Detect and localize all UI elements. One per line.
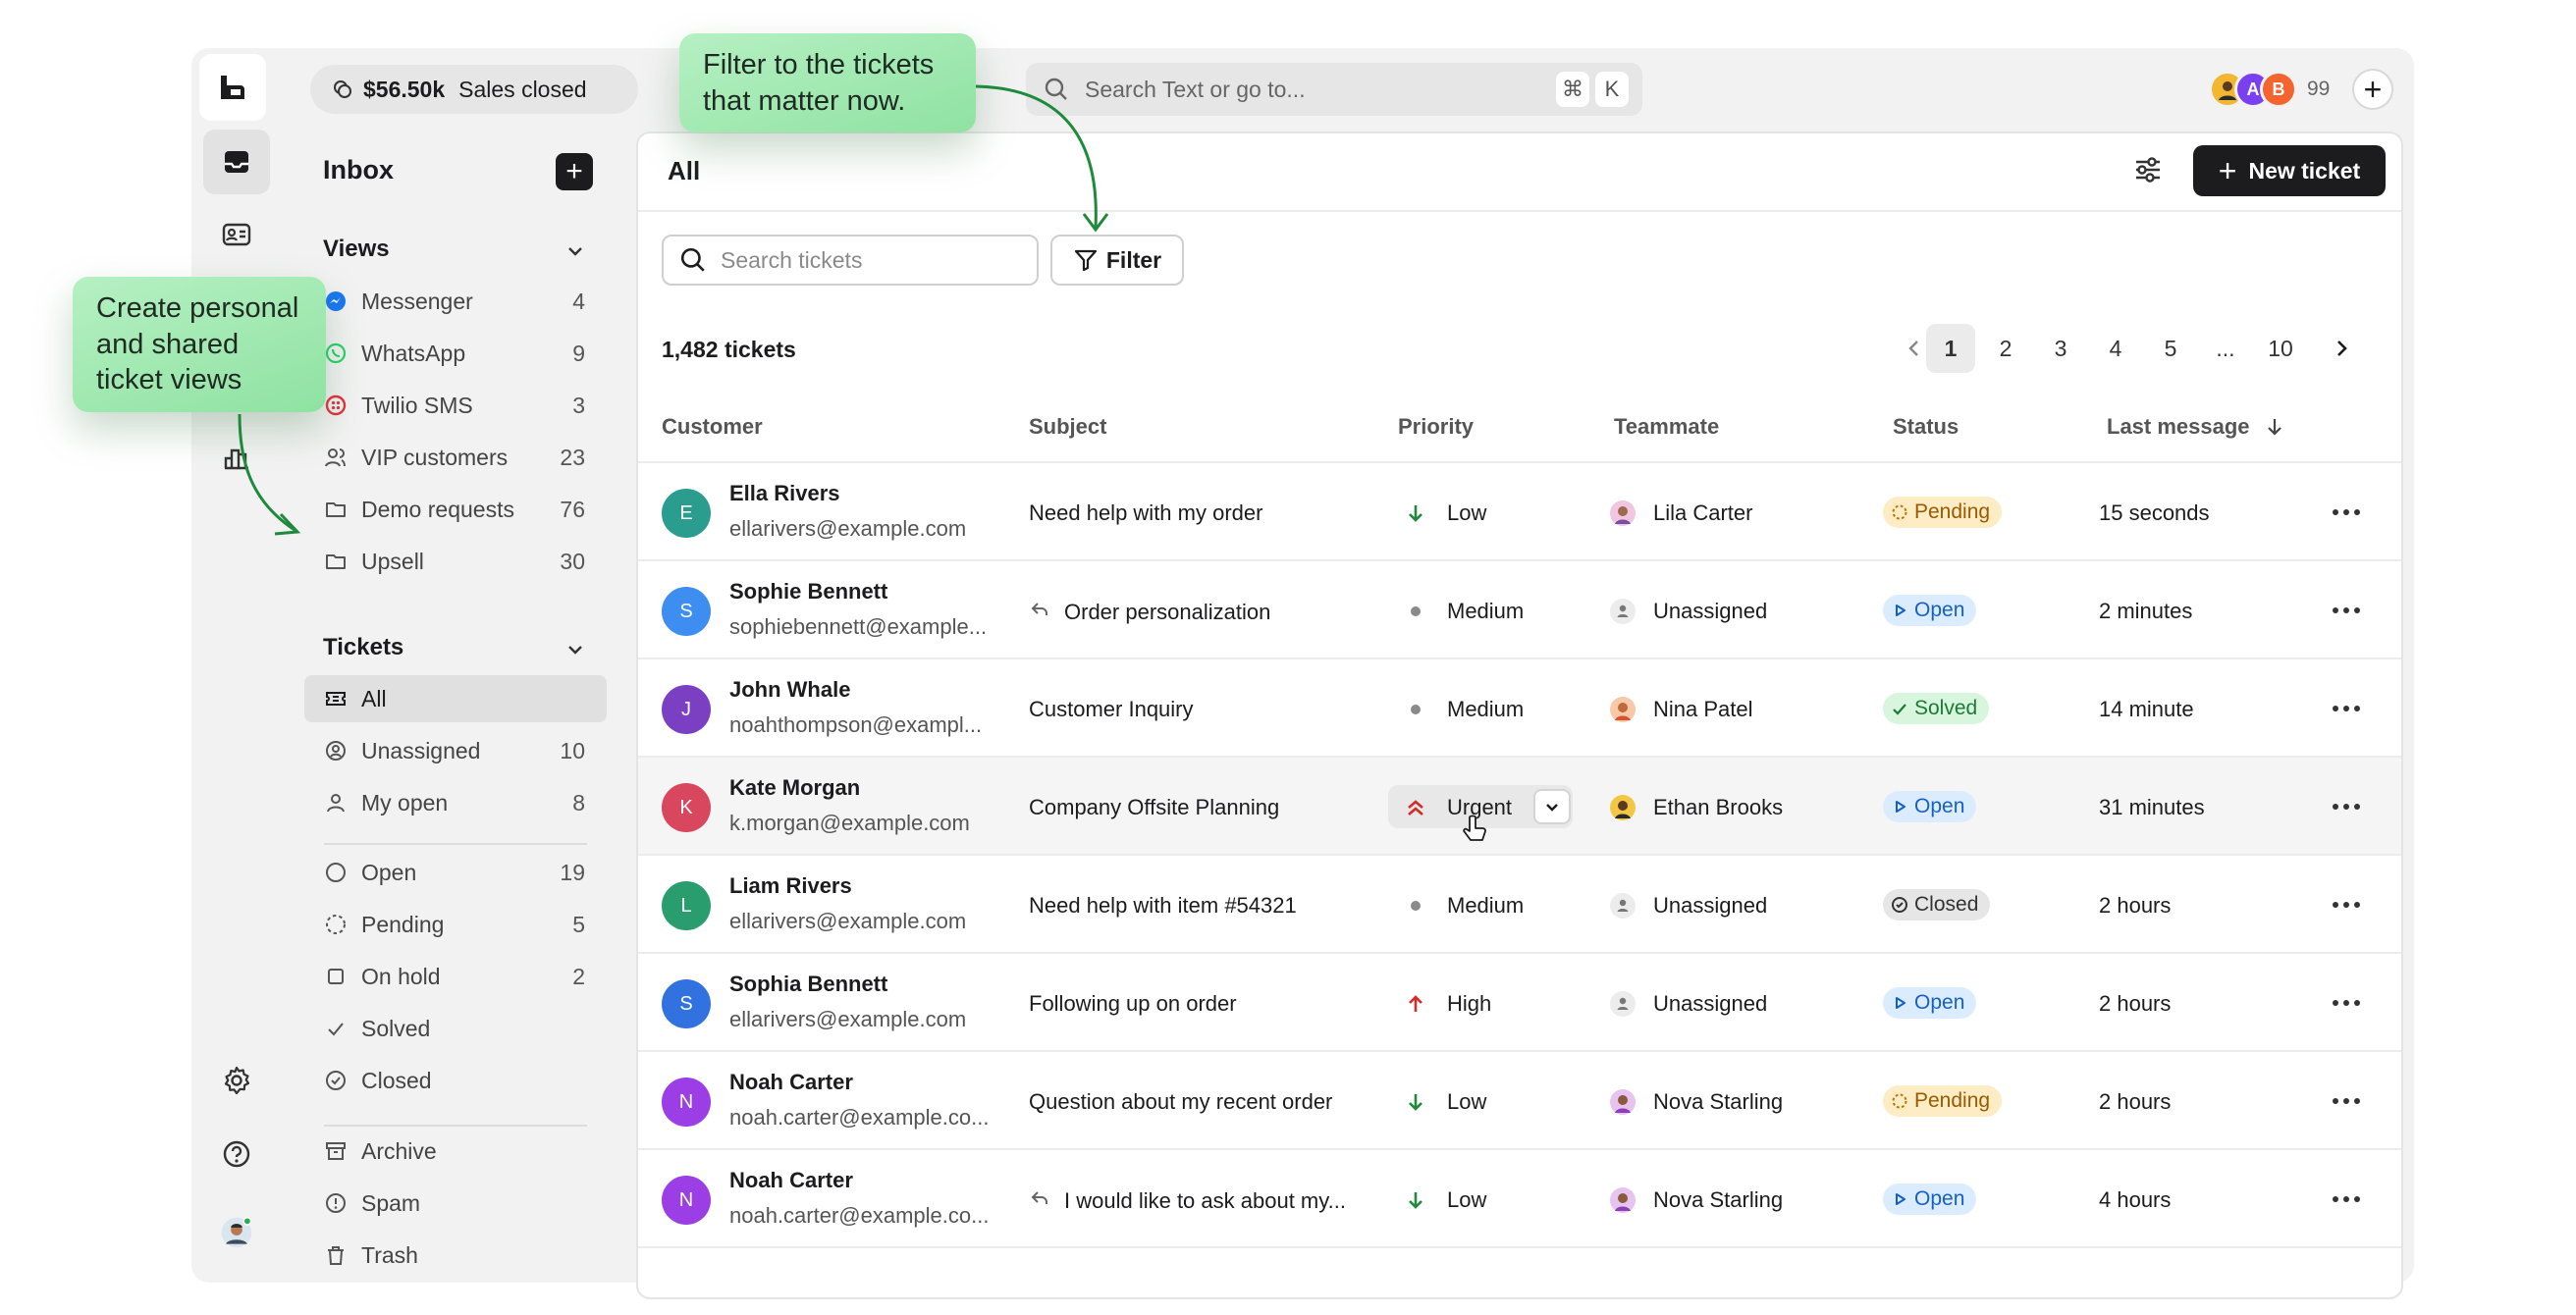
views-arrow (238, 413, 295, 532)
page: $56.50k Sales closed Search Text or go t… (0, 0, 2576, 1315)
callout-arrows (238, 84, 1109, 536)
filter-arrow (975, 84, 1098, 229)
